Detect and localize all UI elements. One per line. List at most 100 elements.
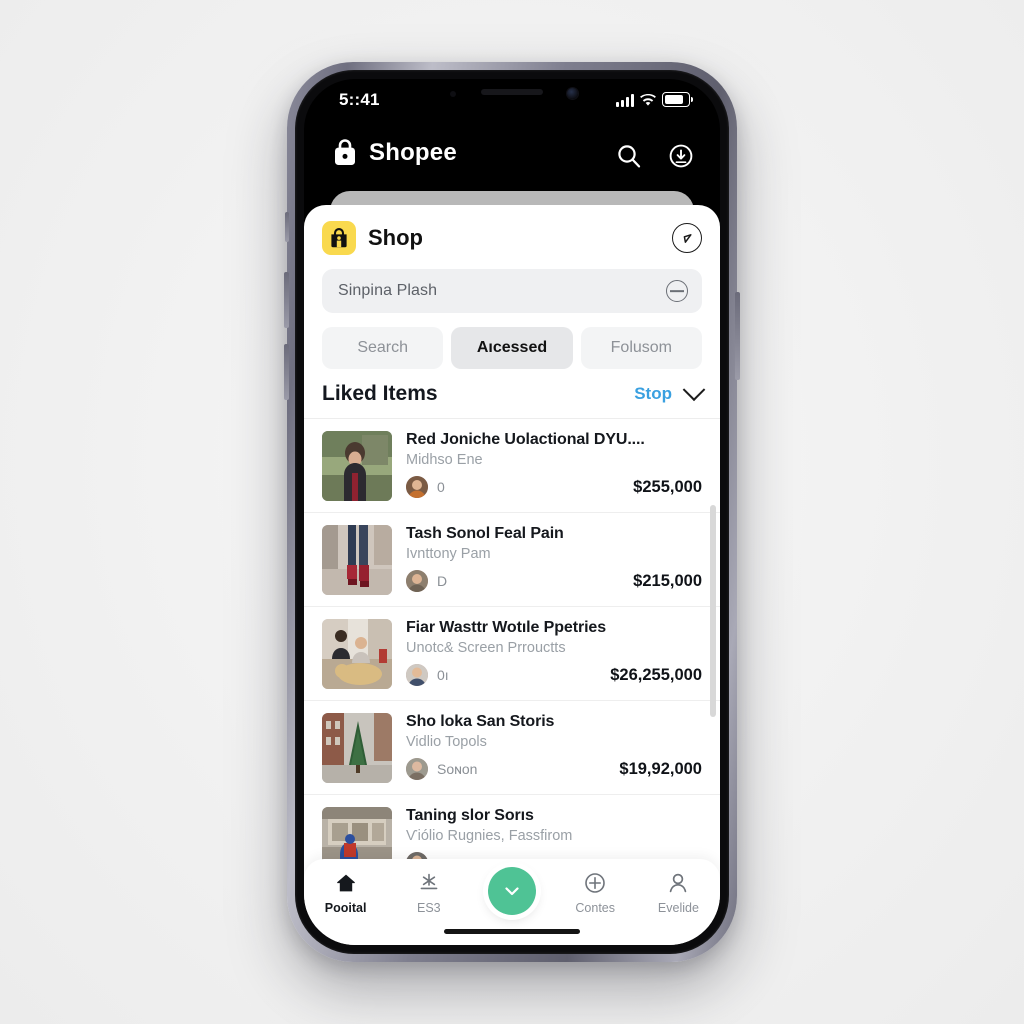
plus-circle-icon <box>585 873 606 893</box>
item-thumbnail <box>322 525 392 595</box>
chevron-down-icon[interactable] <box>682 378 706 402</box>
section-title: Liked Items <box>322 382 438 405</box>
segment-accessed[interactable]: Aıcessed <box>451 327 573 369</box>
liked-items-header: Liked Items Stop <box>304 378 720 419</box>
asterisk-underline-icon <box>420 873 438 890</box>
item-seller: 0 <box>437 479 445 495</box>
people-with-dog-photo <box>322 619 392 689</box>
item-title: Fiar Wasttr Wotıle Рpetries <box>406 619 607 636</box>
tab-label: Evelide <box>657 901 699 915</box>
item-thumbnail <box>322 713 392 783</box>
avatar <box>406 476 428 498</box>
table-row[interactable]: Red Joniche Uolactional DYU.... Midhso E… <box>304 419 720 513</box>
item-price: $255,000 <box>633 478 702 496</box>
item-title: Taning slor Sorıs <box>406 807 534 824</box>
tab-pooital[interactable]: Pooital <box>304 871 387 915</box>
status-bar-indicators <box>616 92 693 107</box>
street-with-tree-photo <box>322 713 392 783</box>
proximity-sensor-icon <box>450 91 456 97</box>
avatar-photo <box>406 476 428 498</box>
item-price: $19,92,000 <box>619 760 702 778</box>
earpiece-speaker <box>481 89 543 95</box>
download-circle-icon[interactable] <box>668 143 694 169</box>
item-subtitle: Ivnttony Pam <box>406 546 491 562</box>
item-footer: Soɴon $19,92,000 <box>406 758 702 780</box>
tab-fab[interactable] <box>470 867 553 921</box>
search-input[interactable] <box>336 281 666 301</box>
search-field-container[interactable] <box>322 269 702 313</box>
item-subtitle: Vidlio Topols <box>406 734 487 750</box>
phone-bezel: 5::41 Shopee Shop Sinpina Plash Search A… <box>295 70 729 954</box>
home-indicator[interactable] <box>444 929 580 934</box>
shop-bottom-sheet: Shop Search Aıcessed <box>304 205 720 945</box>
tab-contes[interactable]: Contes <box>554 871 637 915</box>
mute-switch[interactable] <box>285 212 289 242</box>
item-subtitle: Ѵiólio Rugnies, Fassfirom <box>406 828 573 844</box>
tab-es3[interactable]: ES3 <box>387 871 470 915</box>
avatar-photo <box>406 758 428 780</box>
app-bar-actions <box>616 143 694 169</box>
item-subtitle: Midhso Ene <box>406 452 483 468</box>
power-button[interactable] <box>735 292 740 380</box>
notch <box>428 79 596 109</box>
home-icon <box>336 874 355 892</box>
stop-link[interactable]: Stop <box>634 384 672 404</box>
avatar-photo <box>406 570 428 592</box>
volume-down-button[interactable] <box>284 344 289 400</box>
item-seller: 0ı <box>437 667 449 683</box>
segment-folusom[interactable]: Folusom <box>580 327 702 369</box>
red-boots-photo <box>322 525 392 595</box>
table-row[interactable]: Tash Sonol Feal Pain Ivnttony Pam D $215… <box>304 513 720 607</box>
item-footer: 0 $255,000 <box>406 476 702 498</box>
search-icon[interactable] <box>616 143 642 169</box>
battery-icon <box>662 92 693 107</box>
item-body: Tash Sonol Feal Pain Ivnttony Pam D $215… <box>406 525 702 592</box>
compass-circle-icon[interactable] <box>672 223 702 253</box>
sheet-header: Shop <box>304 205 720 263</box>
tab-label: Pooital <box>324 901 367 915</box>
avatar-photo <box>406 664 428 686</box>
avatar <box>406 758 428 780</box>
table-row[interactable]: Fiar Wasttr Wotıle Рpetries Unotc& Scree… <box>304 607 720 701</box>
item-price: $26,255,000 <box>610 666 702 684</box>
app-brand: Shopee <box>332 139 457 167</box>
wifi-icon <box>640 94 656 106</box>
item-title: Red Joniche Uolactional DYU.... <box>406 431 645 448</box>
item-subtitle: Unotc& Screen Prrouctts <box>406 640 566 656</box>
tab-evelide[interactable]: Evelide <box>637 871 720 915</box>
item-price: $215,000 <box>633 572 702 590</box>
segmented-control: Search Aıcessed Folusom <box>304 313 720 382</box>
app-bar: Shopee <box>304 125 720 195</box>
chevron-down-icon <box>505 887 519 896</box>
item-title: Sho loka San Storis <box>406 713 555 730</box>
item-body: Red Joniche Uolactional DYU.... Midhso E… <box>406 431 702 498</box>
app-brand-name: Shopee <box>369 139 457 166</box>
avatar <box>406 570 428 592</box>
minus-circle-icon[interactable] <box>666 280 688 302</box>
shop-badge <box>322 221 356 255</box>
item-thumbnail <box>322 619 392 689</box>
list-scrollbar[interactable] <box>710 505 716 717</box>
tab-label: ES3 <box>416 901 441 915</box>
item-footer: D $215,000 <box>406 570 702 592</box>
item-thumbnail <box>322 431 392 501</box>
item-seller: D <box>437 573 448 589</box>
volume-up-button[interactable] <box>284 272 289 328</box>
item-body: Fiar Wasttr Wotıle Рpetries Unotc& Scree… <box>406 619 702 686</box>
table-row[interactable]: Sho loka San Storis Vidlio Topols Soɴon … <box>304 701 720 795</box>
compass-needle-icon <box>683 233 692 243</box>
tab-label: Contes <box>575 901 616 915</box>
sheet-title: Shop <box>368 225 423 250</box>
item-body: Sho loka San Storis Vidlio Topols Soɴon … <box>406 713 702 780</box>
item-title: Tash Sonol Feal Pain <box>406 525 564 542</box>
person-icon <box>670 873 687 893</box>
woman-in-park-photo <box>322 431 392 501</box>
item-seller: Soɴon <box>437 761 478 777</box>
item-footer: 0ı $26,255,000 <box>406 664 702 686</box>
signal-bars-icon <box>616 94 634 107</box>
bottom-tab-bar: Pooital ES3 Contes Evelide <box>304 859 720 945</box>
avatar <box>406 664 428 686</box>
chevron-down-fab-icon[interactable] <box>488 867 536 915</box>
segment-search[interactable]: Search <box>322 327 444 369</box>
shopping-bag-icon <box>331 227 347 247</box>
